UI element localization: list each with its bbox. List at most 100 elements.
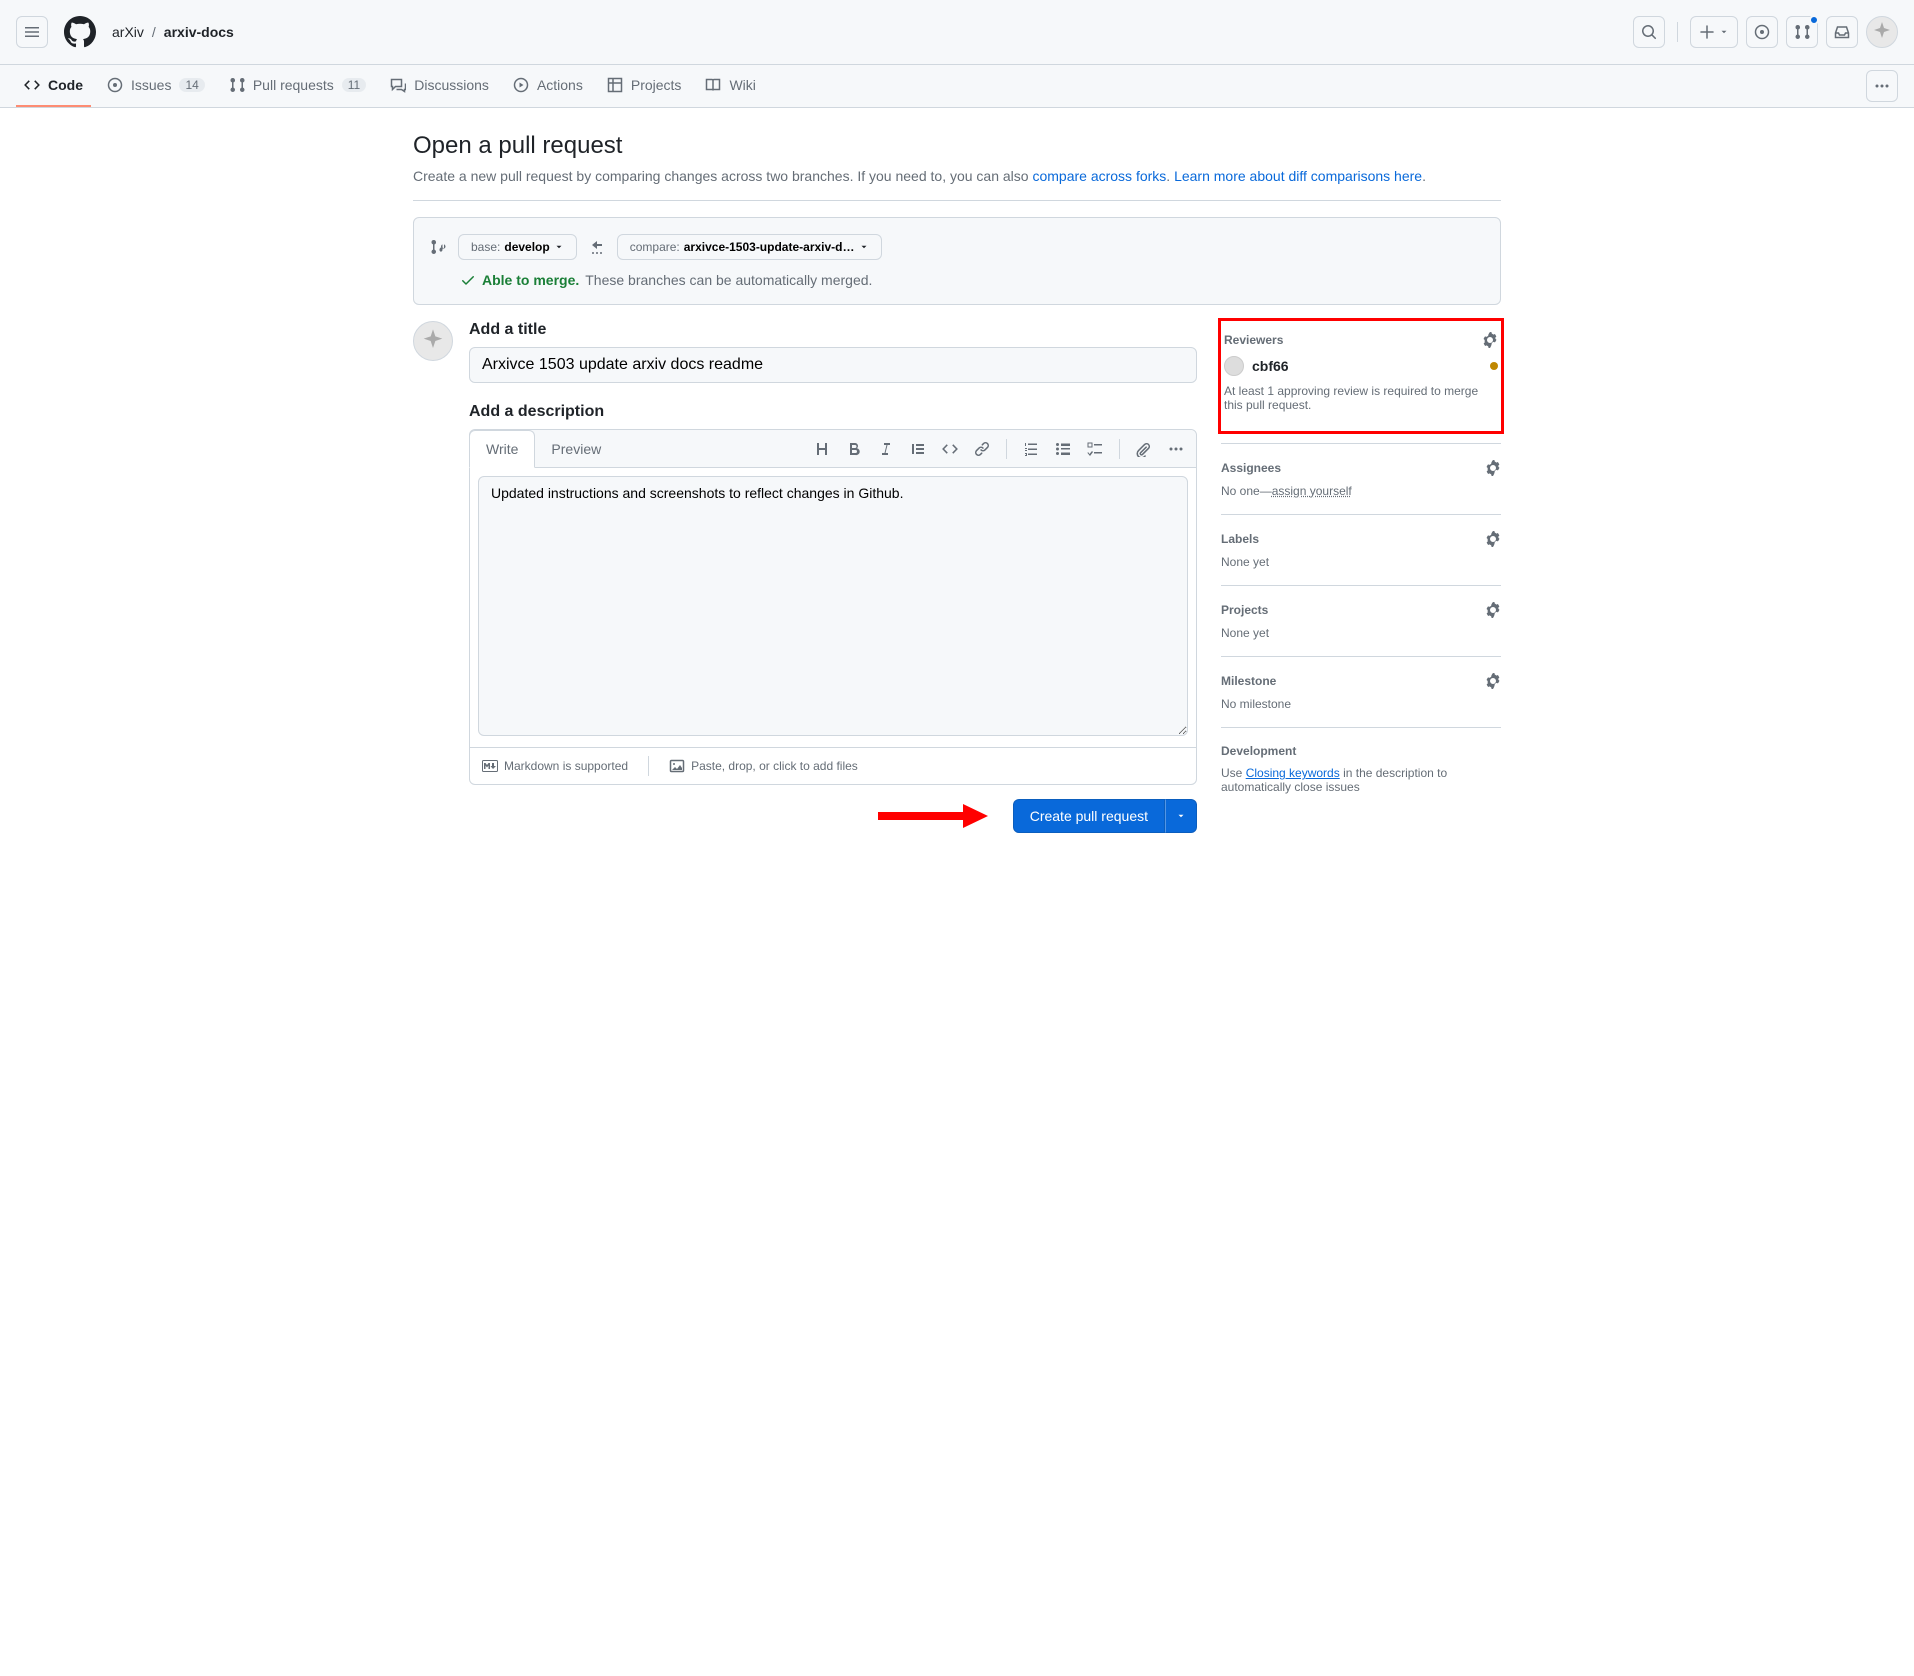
reviewers-title: Reviewers — [1224, 333, 1283, 347]
compare-label: compare: — [630, 240, 680, 254]
inbox-button[interactable] — [1826, 16, 1858, 48]
ordered-list-button[interactable] — [1023, 441, 1039, 457]
pr-title-input[interactable] — [469, 347, 1197, 383]
create-new-button[interactable] — [1690, 16, 1738, 48]
code-icon — [24, 77, 40, 93]
tasklist-icon — [1087, 441, 1103, 457]
tab-wiki[interactable]: Wiki — [697, 65, 763, 107]
code-button[interactable] — [942, 441, 958, 457]
create-pr-dropdown-button[interactable] — [1165, 799, 1197, 833]
create-pr-button-group: Create pull request — [1013, 799, 1197, 833]
italic-icon — [878, 441, 894, 457]
quote-button[interactable] — [910, 441, 926, 457]
assignees-body: No one—assign yourself — [1221, 484, 1501, 498]
bold-icon — [846, 441, 862, 457]
markdown-support-text: Markdown is supported — [504, 759, 628, 773]
tab-projects[interactable]: Projects — [599, 65, 690, 107]
link-button[interactable] — [974, 441, 990, 457]
create-pull-request-button[interactable]: Create pull request — [1013, 799, 1165, 833]
search-icon — [1641, 24, 1657, 40]
avatar-image-icon — [419, 327, 447, 355]
heading-icon — [814, 441, 830, 457]
breadcrumb-separator: / — [152, 24, 156, 40]
assignees-gear-button[interactable] — [1485, 460, 1501, 476]
editor-footer: Markdown is supported Paste, drop, or cl… — [470, 747, 1196, 784]
gear-icon — [1485, 673, 1501, 689]
caret-down-icon — [859, 242, 869, 252]
compare-icon — [430, 239, 446, 255]
assignees-prefix: No one— — [1221, 484, 1272, 498]
unordered-list-button[interactable] — [1055, 441, 1071, 457]
description-textarea[interactable]: Updated instructions and screenshots to … — [478, 476, 1188, 736]
bold-button[interactable] — [846, 441, 862, 457]
merge-able-text: Able to merge. — [482, 272, 579, 288]
reviewers-highlight-annotation: Reviewers cbf66 At least 1 approving rev… — [1218, 318, 1504, 434]
kebab-icon — [1168, 441, 1184, 457]
toolbar-divider — [1119, 439, 1120, 459]
gear-icon — [1485, 602, 1501, 618]
file-drop-text: Paste, drop, or click to add files — [691, 759, 858, 773]
markdown-support-hint[interactable]: Markdown is supported — [482, 759, 628, 773]
check-icon — [460, 272, 476, 288]
pull-request-icon — [1794, 24, 1810, 40]
base-branch-select[interactable]: base: develop — [458, 234, 577, 260]
reviewer-item[interactable]: cbf66 — [1224, 356, 1498, 376]
pull-requests-button[interactable] — [1786, 16, 1818, 48]
learn-more-link[interactable]: Learn more about diff comparisons here — [1174, 168, 1422, 184]
closing-keywords-link[interactable]: Closing keywords — [1246, 766, 1340, 780]
task-list-button[interactable] — [1087, 441, 1103, 457]
milestone-gear-button[interactable] — [1485, 673, 1501, 689]
tab-pull-requests[interactable]: Pull requests 11 — [221, 65, 374, 107]
write-tab[interactable]: Write — [469, 430, 535, 468]
more-button[interactable] — [1168, 441, 1184, 457]
labels-title: Labels — [1221, 532, 1259, 546]
kebab-icon — [1874, 78, 1890, 94]
sidebar-milestone: Milestone No milestone — [1221, 657, 1501, 728]
sidebar-development: Development Use Closing keywords in the … — [1221, 728, 1501, 810]
merge-desc-text: These branches can be automatically merg… — [585, 272, 872, 288]
notification-dot — [1809, 15, 1819, 25]
tab-overflow-button[interactable] — [1866, 70, 1898, 102]
quote-icon — [910, 441, 926, 457]
assignees-title: Assignees — [1221, 461, 1281, 475]
toolbar-divider — [1006, 439, 1007, 459]
assign-yourself-link[interactable]: assign yourself — [1272, 484, 1352, 498]
preview-tab[interactable]: Preview — [535, 431, 617, 467]
repo-nav: Code Issues 14 Pull requests 11 Discussi… — [0, 65, 1914, 108]
base-branch-value: develop — [504, 240, 549, 254]
divider — [413, 200, 1501, 201]
tab-discussions[interactable]: Discussions — [382, 65, 497, 107]
milestone-title: Milestone — [1221, 674, 1276, 688]
compare-branch-select[interactable]: compare: arxivce-1503-update-arxiv-d… — [617, 234, 882, 260]
tab-issues[interactable]: Issues 14 — [99, 65, 213, 107]
compare-forks-link[interactable]: compare across forks — [1032, 168, 1166, 184]
heading-button[interactable] — [814, 441, 830, 457]
hamburger-menu-button[interactable] — [16, 16, 48, 48]
file-drop-hint[interactable]: Paste, drop, or click to add files — [669, 758, 858, 774]
play-icon — [513, 77, 529, 93]
user-avatar[interactable] — [1866, 16, 1898, 48]
inbox-icon — [1834, 24, 1850, 40]
projects-gear-button[interactable] — [1485, 602, 1501, 618]
sidebar-assignees: Assignees No one—assign yourself — [1221, 444, 1501, 515]
tab-actions[interactable]: Actions — [505, 65, 591, 107]
breadcrumb-repo[interactable]: arxiv-docs — [164, 24, 234, 40]
tab-code[interactable]: Code — [16, 65, 91, 107]
development-body: Use Closing keywords in the description … — [1221, 766, 1501, 794]
pulls-count-badge: 11 — [342, 78, 366, 92]
labels-gear-button[interactable] — [1485, 531, 1501, 547]
attach-button[interactable] — [1136, 441, 1152, 457]
gear-icon — [1485, 531, 1501, 547]
subtitle-text: . — [1166, 168, 1174, 184]
search-button[interactable] — [1633, 16, 1665, 48]
github-logo-icon[interactable] — [64, 16, 96, 48]
italic-button[interactable] — [878, 441, 894, 457]
issues-button[interactable] — [1746, 16, 1778, 48]
tab-label: Issues — [131, 77, 171, 93]
breadcrumb-owner[interactable]: arXiv — [112, 24, 144, 40]
reviewers-gear-button[interactable] — [1482, 332, 1498, 348]
reviewers-note: At least 1 approving review is required … — [1224, 384, 1498, 412]
subtitle-text: . — [1422, 168, 1426, 184]
reviewer-avatar — [1224, 356, 1244, 376]
annotation-arrow — [873, 801, 993, 831]
